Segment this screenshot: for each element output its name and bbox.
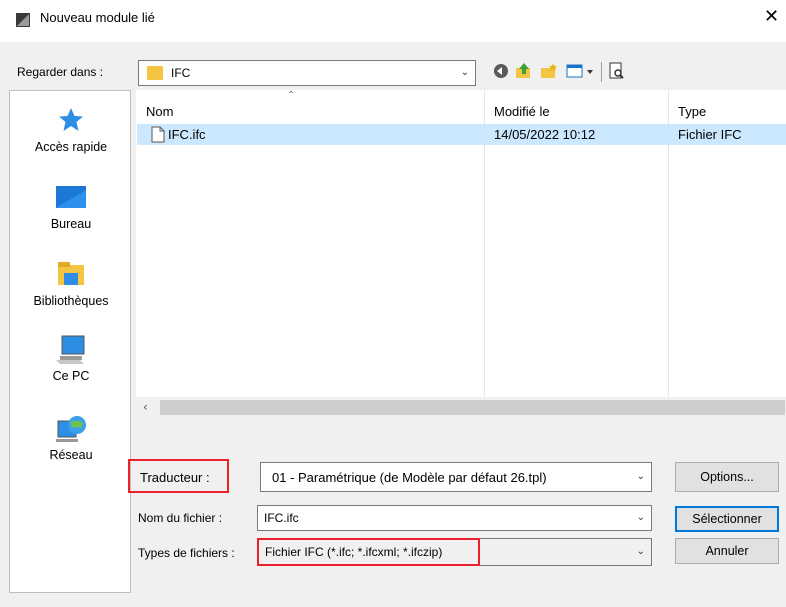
translator-label: Traducteur :	[140, 470, 210, 485]
place-libraries[interactable]: Bibliothèques	[10, 259, 132, 308]
place-label: Bibliothèques	[33, 294, 109, 308]
chevron-down-icon[interactable]: ⌄	[637, 546, 645, 557]
translator-value: 01 - Paramétrique (de Modèle par défaut …	[272, 470, 547, 485]
title-bar: Nouveau module lié ✕	[0, 0, 786, 42]
up-folder-icon	[516, 63, 530, 78]
back-button[interactable]	[492, 62, 510, 80]
open-file-dialog: Nouveau module lié ✕ Regarder dans : IFC…	[0, 0, 786, 607]
place-this-pc[interactable]: Ce PC	[10, 334, 132, 383]
window-title: Nouveau module lié	[40, 10, 155, 25]
place-desktop[interactable]: Bureau	[10, 184, 132, 231]
libraries-icon	[58, 262, 84, 285]
chevron-down-icon[interactable]: ⌄	[637, 512, 645, 523]
place-network[interactable]: Réseau	[10, 413, 132, 462]
place-label: Accès rapide	[34, 140, 108, 154]
view-grid-icon	[566, 64, 593, 78]
table-row[interactable]: IFC.ifc 14/05/2022 10:12 Fichier IFC	[137, 124, 786, 145]
filename-value: IFC.ifc	[264, 511, 299, 525]
place-label: Bureau	[50, 217, 92, 231]
scrollbar-thumb[interactable]	[160, 400, 785, 415]
filename-input[interactable]: IFC.ifc ⌄	[257, 505, 652, 531]
look-in-value: IFC	[171, 66, 191, 80]
look-in-dropdown[interactable]: IFC ⌄	[138, 60, 476, 86]
filetype-dropdown[interactable]: Fichier IFC (*.ifc; *.ifcxml; *.ifczip) …	[257, 538, 652, 566]
place-label: Ce PC	[52, 369, 90, 383]
chevron-down-icon[interactable]: ⌄	[637, 471, 645, 482]
chevron-down-icon[interactable]: ⌄	[461, 67, 469, 78]
file-type: Fichier IFC	[678, 127, 742, 142]
select-button[interactable]: Sélectionner	[675, 506, 779, 532]
close-button[interactable]: ✕	[764, 6, 779, 27]
new-folder-button[interactable]	[540, 62, 558, 80]
file-icon	[151, 126, 165, 143]
places-bar: Accès rapide Bureau Bibliothèques Ce PC …	[9, 90, 131, 593]
scroll-left-icon[interactable]: ‹	[143, 400, 148, 414]
computer-icon	[56, 335, 85, 364]
column-header-name[interactable]: Nom	[146, 104, 173, 119]
options-button[interactable]: Options...	[675, 462, 779, 492]
back-arrow-icon	[494, 64, 508, 78]
look-in-label: Regarder dans :	[17, 65, 104, 79]
file-modified: 14/05/2022 10:12	[494, 127, 596, 142]
app-logo-icon	[16, 13, 30, 27]
sort-up-icon: ⌃	[287, 90, 296, 101]
view-menu-button[interactable]	[565, 62, 597, 80]
file-name: IFC.ifc	[168, 127, 206, 142]
cancel-button[interactable]: Annuler	[675, 538, 779, 564]
preview-button[interactable]	[608, 62, 626, 80]
column-header-type[interactable]: Type	[678, 104, 706, 119]
place-label: Réseau	[49, 448, 93, 462]
folder-icon	[147, 66, 163, 80]
filetype-highlight: Fichier IFC (*.ifc; *.ifcxml; *.ifczip)	[257, 538, 480, 566]
column-header-modified[interactable]: Modifié le	[494, 104, 550, 119]
place-quick-access[interactable]: Accès rapide	[10, 105, 132, 154]
toolbar-divider	[601, 62, 602, 82]
up-folder-button[interactable]	[515, 62, 533, 80]
translator-highlight: Traducteur :	[128, 459, 229, 493]
filename-label: Nom du fichier :	[138, 511, 223, 525]
new-folder-icon	[541, 63, 557, 78]
preview-icon	[609, 62, 624, 79]
network-icon	[56, 416, 86, 442]
filetype-label: Types de fichiers :	[138, 546, 235, 560]
translator-dropdown[interactable]: 01 - Paramétrique (de Modèle par défaut …	[260, 462, 652, 492]
filetype-value: Fichier IFC (*.ifc; *.ifcxml; *.ifczip)	[265, 545, 443, 559]
star-icon	[59, 108, 83, 131]
desktop-icon	[56, 186, 86, 208]
